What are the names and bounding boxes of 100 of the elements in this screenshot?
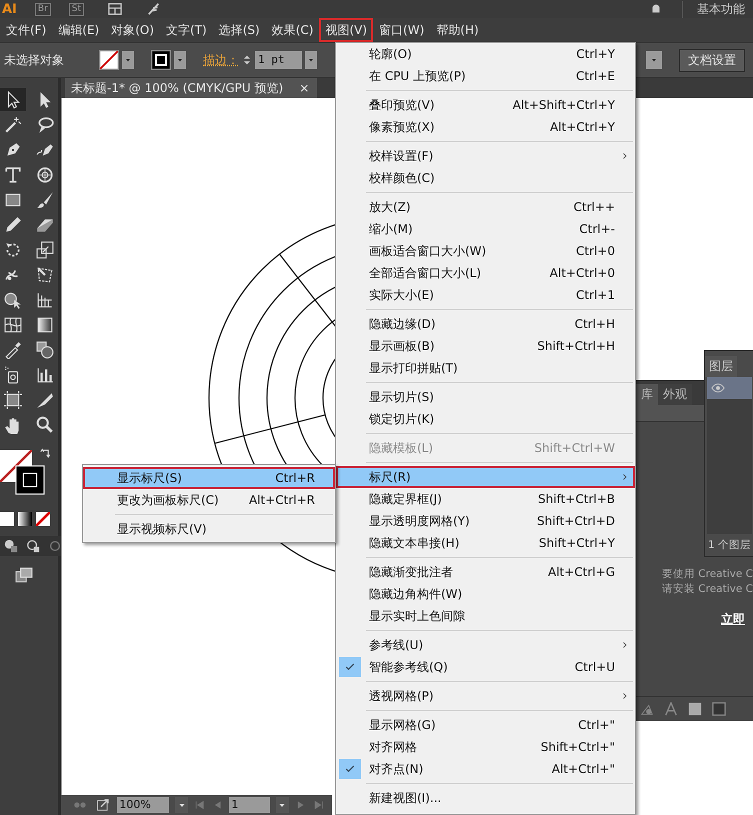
rotate-icon [4, 240, 22, 258]
close-tab-button[interactable]: × [299, 81, 310, 95]
none-mode-icon [36, 512, 50, 526]
menu-title[interactable]: 效果(C) [266, 18, 320, 42]
menu-item-label: 隐藏模板(L) [369, 440, 434, 456]
menu-item[interactable]: 在 CPU 上预览(P) Ctrl+E [336, 65, 635, 87]
document-tab[interactable]: 未标题-1* @ 100% (CMYK/GPU 预览) × [65, 78, 318, 98]
menu-title[interactable]: 选择(S) [212, 18, 266, 42]
menu-item[interactable]: 锁定切片(K) [336, 408, 635, 430]
selection-tool-button[interactable] [0, 88, 26, 111]
panel-tab[interactable]: 外观 [658, 384, 692, 405]
menu-item[interactable]: 隐藏边角构件(W) [336, 583, 635, 605]
zoom-dropdown[interactable] [175, 797, 188, 813]
app-switcher-icon[interactable]: St [68, 2, 84, 16]
menu-item[interactable]: 显示网格(G) Ctrl+" [336, 714, 635, 736]
shortcut-text: Ctrl+R [275, 471, 315, 485]
menu-item[interactable]: 透视网格(P) [336, 685, 635, 707]
shortcut-text: Alt+Ctrl+0 [550, 266, 615, 280]
shortcut-text: Ctrl++ [574, 200, 615, 214]
menu-item[interactable]: 显示画板(B) Shift+Ctrl+H [336, 335, 635, 357]
app-switcher-icon[interactable]: Br [34, 2, 51, 16]
menu-item[interactable]: 参考线(U) [336, 634, 635, 656]
menu-item[interactable]: 轮廓(O) Ctrl+Y [336, 43, 635, 65]
menu-item[interactable]: 隐藏边缘(D) Ctrl+H [336, 313, 635, 335]
panel-tab[interactable]: 图层 [705, 356, 737, 377]
menu-item[interactable]: 显示标尺(S) Ctrl+R [83, 467, 335, 489]
last-page-icon [312, 799, 324, 811]
document-tab-title: 未标题-1* @ 100% (CMYK/GPU 预览) [71, 80, 284, 96]
menu-item[interactable]: 对齐网格 Shift+Ctrl+" [336, 736, 635, 758]
fill-dropdown[interactable] [122, 51, 134, 69]
stroke-weight-dropdown[interactable] [305, 51, 317, 69]
menu-title[interactable]: 帮助(H) [430, 18, 485, 42]
menu-item[interactable]: 新建视图(I)... [336, 787, 635, 809]
shortcut-text: Alt+Ctrl+G [548, 565, 615, 579]
menu-title[interactable]: 视图(V) [319, 18, 374, 42]
caret-icon [124, 56, 132, 64]
menu-item[interactable]: 校样颜色(C) [336, 167, 635, 189]
draw-normal-icon [4, 539, 18, 553]
menu-item[interactable]: 实际大小(E) Ctrl+1 [336, 284, 635, 306]
grid-icon [36, 290, 54, 308]
menu-item-label: 更改为画板标尺(C) [117, 492, 219, 508]
menu-item[interactable]: 更改为画板标尺(C) Alt+Ctrl+R [83, 489, 335, 511]
menu-item-label: 显示画板(B) [369, 338, 435, 354]
shortcut-text: Ctrl+E [576, 69, 615, 83]
knife-icon [36, 390, 54, 408]
menu-item-label: 对齐点(N) [369, 760, 424, 778]
menu-item[interactable]: 像素预览(X) Alt+Ctrl+Y [336, 116, 635, 138]
zoom-field[interactable]: 100% [117, 797, 170, 813]
menu-item[interactable]: 显示实时上色间隙 [336, 605, 635, 627]
menu-item[interactable]: 显示透明度网格(Y) Shift+Ctrl+D [336, 510, 635, 532]
mesh-icon [4, 316, 22, 334]
shortcut-text: Ctrl+" [578, 718, 615, 732]
menu-item-label: 隐藏定界框(J) [369, 490, 442, 508]
menu-item[interactable]: 隐藏定界框(J) Shift+Ctrl+B [336, 488, 635, 510]
export-icon [96, 798, 112, 812]
page-dropdown[interactable] [276, 797, 290, 813]
menu-title[interactable]: 编辑(E) [52, 18, 106, 42]
menu-item-label: 对齐网格 [369, 738, 417, 756]
menu-title[interactable]: 对象(O) [105, 18, 160, 42]
menu-item-label: 实际大小(E) [369, 286, 434, 304]
document-setup-button[interactable]: 文档设置 [679, 48, 745, 72]
menu-item[interactable]: 缩小(M) Ctrl+- [336, 218, 635, 240]
stroke-color-swatch-icon [15, 465, 45, 495]
shortcut-text: Ctrl+Y [576, 47, 615, 61]
install-link[interactable]: 立即 [721, 611, 745, 628]
menu-title[interactable]: 文件(F) [0, 18, 52, 42]
menu-item[interactable]: 隐藏文本串接(H) Shift+Ctrl+Y [336, 532, 635, 554]
shortcut-text: Shift+Ctrl+W [534, 441, 615, 455]
menu-item[interactable]: 全部适合窗口大小(L) Alt+Ctrl+0 [336, 262, 635, 284]
menu-item[interactable]: 校样设置(F) [336, 145, 635, 167]
stroke-dropdown[interactable] [174, 51, 186, 69]
shortcut-text: Alt+Ctrl+Y [550, 120, 615, 134]
menu-item[interactable]: 画板适合窗口大小(W) Ctrl+0 [336, 240, 635, 262]
menu-title[interactable]: 窗口(W) [373, 18, 430, 42]
letter-a-icon [664, 702, 678, 716]
color-mode-icon [0, 512, 14, 526]
draw-behind-icon [26, 539, 40, 553]
menu-item[interactable]: 标尺(R) [336, 466, 635, 488]
menu-item[interactable]: 对齐点(N) Alt+Ctrl+" [336, 758, 635, 780]
menu-item-label: 轮廓(O) [369, 46, 412, 62]
menu-item[interactable]: 显示切片(S) [336, 386, 635, 408]
menu-item[interactable]: 隐藏渐变批注者 Alt+Ctrl+G [336, 561, 635, 583]
layer-row[interactable] [707, 377, 752, 399]
stroke-weight-field[interactable]: 1 pt [255, 51, 302, 69]
menu-item-label: 全部适合窗口大小(L) [369, 264, 482, 282]
menu-item-label: 校样设置(F) [369, 148, 434, 164]
menu-item[interactable]: 显示打印拼贴(T) [336, 357, 635, 379]
panel-tab[interactable]: 库 [636, 384, 658, 405]
menu-item[interactable]: 显示视频标尺(V) [83, 518, 335, 540]
eyedropper-icon [4, 340, 22, 358]
stroke-label[interactable]: 描边： [203, 52, 239, 68]
shortcut-text: Ctrl+1 [576, 288, 615, 302]
menu-item[interactable]: 叠印预览(V) Alt+Shift+Ctrl+Y [336, 94, 635, 116]
shortcut-text: Shift+Ctrl+D [537, 514, 615, 528]
menu-title[interactable]: 文字(T) [160, 18, 213, 42]
menu-item[interactable]: 智能参考线(Q) Ctrl+U [336, 656, 635, 678]
menu-item[interactable]: 放大(Z) Ctrl++ [336, 196, 635, 218]
caret-icon [650, 56, 658, 64]
transform-icon [36, 266, 54, 284]
page-field[interactable]: 1 [229, 797, 270, 813]
